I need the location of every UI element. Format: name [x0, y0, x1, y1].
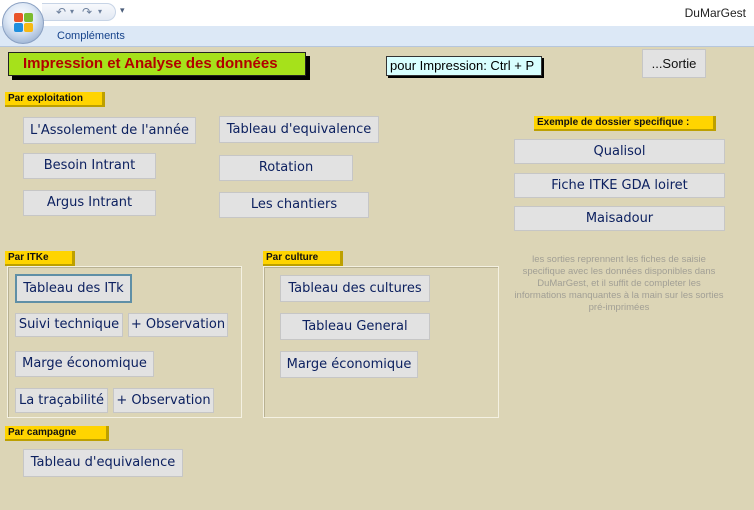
undo-icon[interactable]: ↶ — [56, 4, 66, 20]
section-specific: Exemple de dossier specifique : — [534, 116, 716, 131]
fiche-itke-gda-button[interactable]: Fiche ITKE GDA loiret — [514, 173, 725, 198]
marge-economique-itke-button[interactable]: Marge économique — [15, 351, 154, 377]
info-text: les sorties reprennent les fiches de sai… — [514, 254, 724, 313]
section-exploitation: Par exploitation — [5, 92, 105, 107]
tracabilite-button[interactable]: La traçabilité — [15, 388, 108, 413]
ribbon: Compléments — [0, 26, 754, 47]
argus-intrant-button[interactable]: Argus Intrant — [23, 190, 156, 216]
chantiers-button[interactable]: Les chantiers — [219, 192, 369, 218]
office-logo-icon — [14, 13, 34, 33]
section-culture: Par culture — [263, 251, 343, 266]
rotation-button[interactable]: Rotation — [219, 155, 353, 181]
marge-economique-culture-button[interactable]: Marge économique — [280, 351, 418, 378]
assolement-button[interactable]: L'Assolement de l'année — [23, 117, 196, 144]
qualisol-button[interactable]: Qualisol — [514, 139, 725, 164]
section-campagne: Par campagne — [5, 426, 109, 441]
tableau-cultures-button[interactable]: Tableau des cultures — [280, 275, 430, 302]
suivi-technique-button[interactable]: Suivi technique — [15, 313, 123, 337]
tableau-itk-button[interactable]: Tableau des ITk — [15, 274, 132, 303]
quick-access-toolbar: ↶ ▾ ↷ ▾ — [42, 3, 116, 21]
observation-button-1[interactable]: + Observation — [128, 313, 228, 337]
undo-dropdown-icon[interactable]: ▾ — [70, 4, 74, 20]
tab-complements[interactable]: Compléments — [57, 30, 125, 42]
observation-button-2[interactable]: + Observation — [113, 388, 214, 413]
section-itke: Par ITKe — [5, 251, 75, 266]
campagne-equivalence-button[interactable]: Tableau d'equivalence — [23, 449, 183, 477]
app-title: DuMarGest — [684, 6, 746, 20]
page-title: Impression et Analyse des données — [8, 52, 306, 76]
redo-icon[interactable]: ↷ — [82, 4, 92, 20]
title-bar: ↶ ▾ ↷ ▾ ▾ DuMarGest — [0, 0, 754, 44]
tableau-general-button[interactable]: Tableau General — [280, 313, 430, 340]
tableau-equivalence-button[interactable]: Tableau d'equivalence — [219, 116, 379, 143]
office-button[interactable] — [2, 2, 44, 44]
customize-toolbar-icon[interactable]: ▾ — [120, 5, 125, 16]
exit-button[interactable]: ...Sortie — [642, 49, 706, 78]
print-hint: pour Impression: Ctrl + P — [386, 56, 542, 76]
redo-dropdown-icon[interactable]: ▾ — [98, 4, 102, 20]
besoin-intrant-button[interactable]: Besoin Intrant — [23, 153, 156, 179]
maisadour-button[interactable]: Maisadour — [514, 206, 725, 231]
